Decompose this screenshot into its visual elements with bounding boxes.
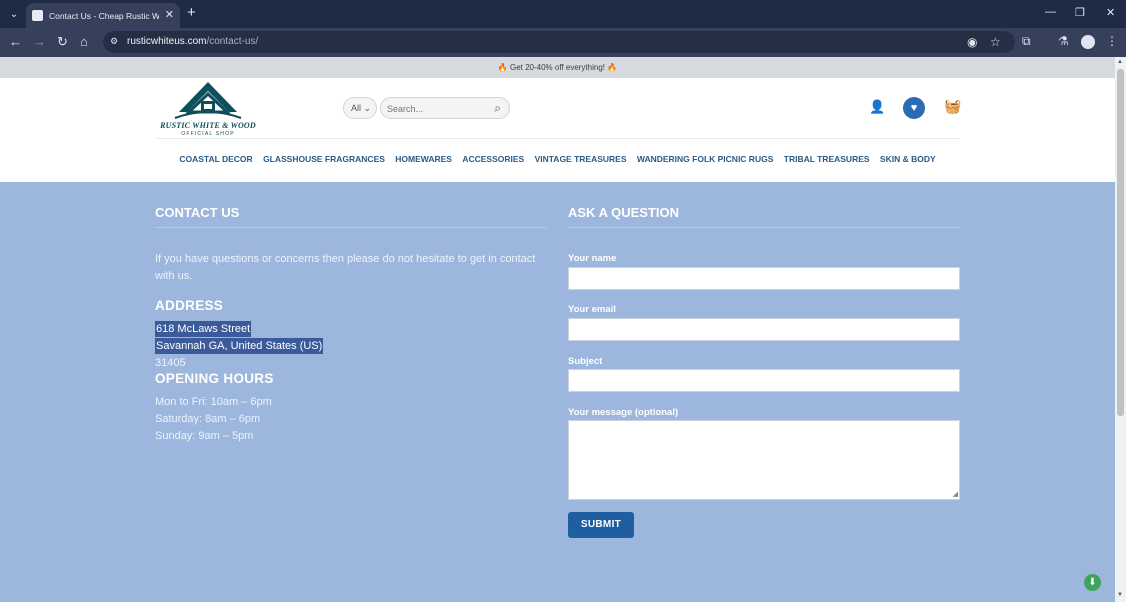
- account-icon[interactable]: 👤: [869, 99, 885, 115]
- category-select[interactable]: All ⌄: [343, 97, 377, 119]
- main-content: CONTACT US If you have questions or conc…: [0, 182, 1115, 602]
- page-scrollbar[interactable]: ▲ ▼: [1115, 57, 1126, 602]
- favicon-icon: [32, 10, 43, 21]
- logo-title: RUSTIC WHITE & WOOD: [160, 121, 256, 130]
- nav-item-glasshouse-fragrances[interactable]: GLASSHOUSE FRAGRANCES: [263, 154, 385, 164]
- wishlist-heart-icon[interactable]: ♥: [903, 97, 925, 119]
- subject-field[interactable]: [568, 369, 960, 392]
- hours-heading: OPENING HOURS: [155, 371, 274, 386]
- back-icon[interactable]: ←: [9, 34, 22, 50]
- extensions-icon[interactable]: ⧉: [1022, 34, 1031, 49]
- name-label: Your name: [568, 253, 617, 264]
- subject-label: Subject: [568, 356, 603, 367]
- new-tab-button[interactable]: +: [187, 5, 196, 20]
- url-text[interactable]: rusticwhiteus.com/contact-us/: [127, 36, 258, 47]
- contact-intro: If you have questions or concerns then p…: [155, 253, 536, 282]
- main-nav: COASTAL DECOR GLASSHOUSE FRAGRANCES HOME…: [0, 154, 1115, 164]
- email-field[interactable]: [568, 318, 960, 341]
- scroll-thumb[interactable]: [1117, 69, 1124, 416]
- header-divider: [155, 138, 960, 139]
- tab-search-icon[interactable]: ⌄: [5, 5, 23, 23]
- browser-tab[interactable]: Contact Us - Cheap Rustic White ✕: [26, 3, 180, 28]
- tracking-protection-icon[interactable]: ◉: [967, 35, 977, 49]
- promo-bar: 🔥 Get 20-40% off everything! 🔥: [0, 57, 1115, 78]
- address-heading: ADDRESS: [155, 298, 224, 313]
- logo-subtitle: OFFICIAL SHOP: [181, 131, 235, 137]
- site-info-icon[interactable]: ⚙: [110, 36, 121, 47]
- ask-question-heading: ASK A QUESTION: [568, 205, 679, 220]
- bookmark-star-icon[interactable]: ☆: [990, 35, 1001, 49]
- close-window-button[interactable]: ✕: [1106, 6, 1115, 19]
- message-label: Your message (optional): [568, 407, 679, 418]
- restore-button[interactable]: ❐: [1075, 6, 1085, 19]
- nav-item-skin-body[interactable]: SKIN & BODY: [880, 154, 936, 164]
- site-header: RUSTIC WHITE & WOOD OFFICIAL SHOP All ⌄ …: [0, 78, 1115, 182]
- contact-divider: [155, 227, 547, 228]
- form-divider: [568, 227, 960, 228]
- hours-sunday: Sunday: 9am – 5pm: [155, 430, 254, 442]
- address-zip: 31405: [155, 357, 186, 369]
- search-input[interactable]: [387, 101, 487, 116]
- contact-heading: CONTACT US: [155, 205, 240, 220]
- browser-toolbar: ← → ↻ ⌂ ⚙ rusticwhiteus.com/contact-us/ …: [0, 28, 1126, 57]
- nav-item-vintage-treasures[interactable]: VINTAGE TREASURES: [535, 154, 627, 164]
- nav-item-homewares[interactable]: HOMEWARES: [395, 154, 452, 164]
- nav-item-tribal-treasures[interactable]: TRIBAL TREASURES: [784, 154, 870, 164]
- download-badge-icon[interactable]: ⬇: [1084, 574, 1101, 591]
- submit-button[interactable]: SUBMIT: [568, 512, 634, 538]
- nav-item-accessories[interactable]: ACCESSORIES: [462, 154, 524, 164]
- hours-saturday: Saturday: 8am – 6pm: [155, 413, 261, 425]
- site-logo[interactable]: RUSTIC WHITE & WOOD OFFICIAL SHOP: [155, 78, 261, 138]
- reload-icon[interactable]: ↻: [57, 34, 68, 50]
- search-icon[interactable]: ⌕: [494, 101, 501, 116]
- email-label: Your email: [568, 304, 616, 315]
- address-city: Savannah GA, United States (US): [155, 338, 324, 354]
- message-field[interactable]: ◢: [568, 420, 960, 500]
- home-icon[interactable]: ⌂: [80, 34, 88, 50]
- address-street: 618 McLaws Street: [155, 321, 252, 337]
- chevron-down-icon: ⌄: [363, 103, 372, 113]
- nav-item-coastal-decor[interactable]: COASTAL DECOR: [179, 154, 252, 164]
- tab-title: Contact Us - Cheap Rustic White: [49, 10, 159, 21]
- hours-weekday: Mon to Fri: 10am – 6pm: [155, 396, 272, 408]
- close-tab-icon[interactable]: ✕: [165, 8, 174, 21]
- nav-item-picnic-rugs[interactable]: WANDERING FOLK PICNIC RUGS: [637, 154, 773, 164]
- labs-icon[interactable]: ⚗: [1058, 34, 1069, 48]
- name-field[interactable]: [568, 267, 960, 290]
- resize-grip-icon[interactable]: ◢: [953, 490, 958, 498]
- more-menu-icon[interactable]: ⋮: [1106, 34, 1118, 48]
- cart-basket-icon[interactable]: 🧺: [944, 98, 961, 115]
- search-box: ⌕: [380, 97, 510, 119]
- scroll-down-icon[interactable]: ▼: [1117, 592, 1123, 598]
- forward-icon[interactable]: →: [33, 34, 46, 50]
- profile-avatar[interactable]: [1081, 35, 1095, 49]
- address-bar[interactable]: ⚙ rusticwhiteus.com/contact-us/ ◉ ☆: [103, 31, 1015, 53]
- minimize-button[interactable]: —: [1045, 6, 1056, 18]
- browser-tab-bar: ⌄ Contact Us - Cheap Rustic White ✕ + — …: [0, 0, 1126, 28]
- scroll-up-icon[interactable]: ▲: [1117, 59, 1123, 65]
- logo-house-icon: [174, 82, 242, 119]
